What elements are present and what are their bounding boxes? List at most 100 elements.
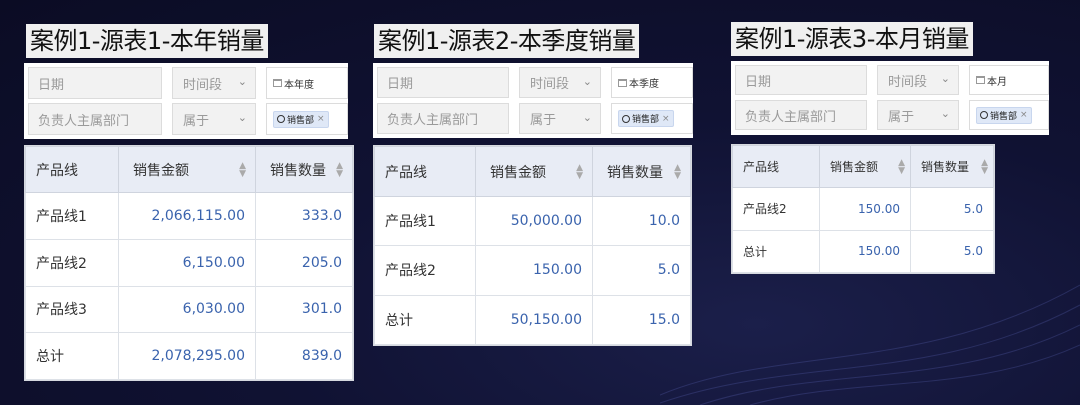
column-header-sales-quantity[interactable]: 销售数量 ▲ ▼ (910, 145, 994, 188)
cell-sales-quantity: 205.0 (255, 238, 353, 287)
cell-sales-amount: 6,150.00 (118, 238, 256, 287)
sales-table: 产品线 销售金额 ▲ ▼ 销售数量 ▲ ▼ 产品线2 150.00 5.0 总计… (731, 144, 995, 274)
dept-tag[interactable]: 销售部 × (273, 110, 329, 128)
date-value-field[interactable]: 本年度 (266, 67, 348, 99)
dept-tag-label: 销售部 (632, 115, 660, 125)
dept-operator-select[interactable]: 属于 ⌄ (877, 100, 959, 130)
cell-total-label: 总计 (732, 229, 820, 273)
chevron-down-icon: ⌄ (582, 110, 592, 124)
date-operator-select[interactable]: 时间段 ⌄ (519, 67, 601, 98)
dept-value-field[interactable]: 销售部 × (611, 103, 693, 134)
cell-sales-amount: 150.00 (819, 187, 911, 231)
table-header-row: 产品线 销售金额 ▲ ▼ 销售数量 ▲ ▼ (732, 145, 994, 188)
dept-field-label: 负责人主属部门 (28, 103, 162, 135)
chevron-down-icon: ⌄ (582, 74, 592, 88)
chevron-down-icon: ⌄ (237, 75, 247, 89)
cell-sales-amount: 50,000.00 (475, 195, 593, 247)
filter-bar: 日期 时间段 ⌄ 本月 负责人主属部门 属于 ⌄ 销售部 × (731, 61, 1049, 135)
date-operator-label: 时间段 (530, 77, 570, 92)
filter-bar: 日期 时间段 ⌄ 本年度 负责人主属部门 属于 ⌄ 销售部 × (24, 63, 348, 139)
circle-icon (277, 115, 285, 123)
cell-product-line: 产品线3 (25, 285, 119, 334)
column-header-sales-quantity[interactable]: 销售数量 ▲ ▼ (255, 146, 353, 193)
filter-bar: 日期 时间段 ⌄ 本季度 负责人主属部门 属于 ⌄ 销售部 × (373, 63, 693, 138)
close-icon[interactable]: × (317, 114, 325, 124)
cell-sales-amount: 2,066,115.00 (118, 192, 256, 240)
table-row: 产品线2 150.00 5.0 (374, 245, 691, 296)
cell-product-line: 产品线2 (732, 187, 820, 231)
dept-operator-label: 属于 (888, 109, 915, 125)
cell-sales-amount: 150.00 (819, 229, 911, 273)
column-header-product-line[interactable]: 产品线 (25, 146, 119, 193)
dept-tag-label: 销售部 (990, 111, 1018, 122)
sort-icon[interactable]: ▲ ▼ (336, 161, 343, 178)
date-operator-select[interactable]: 时间段 ⌄ (172, 67, 256, 99)
column-header-product-line[interactable]: 产品线 (732, 145, 820, 188)
date-value: 本月 (987, 76, 1007, 88)
dept-tag-label: 销售部 (287, 115, 315, 126)
column-header-label: 销售金额 (133, 162, 189, 179)
cell-sales-quantity: 301.0 (255, 285, 353, 334)
dept-operator-select[interactable]: 属于 ⌄ (519, 103, 601, 134)
panel-title: 案例1-源表3-本月销量 (731, 22, 973, 56)
cell-sales-quantity: 5.0 (910, 229, 994, 273)
cell-sales-quantity: 5.0 (910, 187, 994, 231)
sort-icon[interactable]: ▲ ▼ (576, 163, 583, 180)
date-field-label: 日期 (735, 65, 867, 95)
dept-operator-select[interactable]: 属于 ⌄ (172, 103, 256, 135)
dept-value-field[interactable]: 销售部 × (266, 103, 348, 135)
cell-sales-amount: 2,078,295.00 (118, 332, 256, 380)
cell-total-label: 总计 (25, 332, 119, 380)
table-row: 产品线1 50,000.00 10.0 (374, 195, 691, 247)
sales-table: 产品线 销售金额 ▲ ▼ 销售数量 ▲ ▼ 产品线1 50,000.00 10.0 (373, 145, 692, 346)
column-header-sales-amount[interactable]: 销售金额 ▲ ▼ (475, 146, 593, 197)
cell-sales-amount: 6,030.00 (118, 285, 256, 334)
column-header-label: 销售金额 (490, 164, 546, 181)
panel-title: 案例1-源表2-本季度销量 (374, 24, 640, 58)
table-row: 产品线2 6,150.00 205.0 (25, 238, 353, 287)
table-total-row: 总计 2,078,295.00 839.0 (25, 332, 353, 380)
cell-sales-quantity: 10.0 (592, 195, 691, 247)
chevron-down-icon: ⌄ (237, 111, 247, 125)
date-field-label: 日期 (377, 67, 509, 98)
date-value-field[interactable]: 本季度 (611, 67, 693, 98)
cell-product-line: 产品线2 (25, 238, 119, 287)
sort-icon[interactable]: ▲ ▼ (674, 163, 681, 180)
column-header-label: 销售金额 (830, 160, 879, 174)
sales-table: 产品线 销售金额 ▲ ▼ 销售数量 ▲ ▼ 产品线1 2,066,115.00 33… (24, 145, 354, 381)
calendar-icon (273, 79, 282, 87)
column-header-sales-amount[interactable]: 销售金额 ▲ ▼ (819, 145, 911, 188)
sort-icon[interactable]: ▲ ▼ (981, 158, 988, 175)
circle-icon (980, 111, 988, 119)
column-header-sales-quantity[interactable]: 销售数量 ▲ ▼ (592, 146, 691, 197)
dept-operator-label: 属于 (183, 113, 210, 129)
column-header-product-line[interactable]: 产品线 (374, 146, 476, 197)
dept-tag[interactable]: 销售部 × (976, 106, 1032, 124)
date-value: 本季度 (629, 79, 659, 90)
column-header-label: 销售数量 (607, 164, 663, 181)
date-operator-select[interactable]: 时间段 ⌄ (877, 65, 959, 95)
column-header-sales-amount[interactable]: 销售金额 ▲ ▼ (118, 146, 256, 193)
sort-icon[interactable]: ▲ ▼ (239, 161, 246, 178)
calendar-icon (976, 76, 985, 84)
dept-field-label: 负责人主属部门 (377, 103, 509, 134)
circle-icon (622, 114, 630, 123)
cell-sales-amount: 150.00 (475, 245, 593, 296)
panel-title: 案例1-源表1-本年销量 (26, 24, 268, 58)
cell-product-line: 产品线2 (374, 245, 476, 296)
chevron-down-icon: ⌄ (940, 107, 950, 121)
close-icon[interactable]: × (1020, 110, 1028, 120)
dept-value-field[interactable]: 销售部 × (969, 100, 1049, 130)
cell-sales-amount: 50,150.00 (475, 294, 593, 346)
cell-sales-quantity: 333.0 (255, 192, 353, 240)
sort-icon[interactable]: ▲ ▼ (898, 158, 905, 175)
table-header-row: 产品线 销售金额 ▲ ▼ 销售数量 ▲ ▼ (25, 146, 353, 193)
dept-tag[interactable]: 销售部 × (618, 110, 674, 127)
table-header-row: 产品线 销售金额 ▲ ▼ 销售数量 ▲ ▼ (374, 146, 691, 197)
cell-sales-quantity: 839.0 (255, 332, 353, 380)
date-value-field[interactable]: 本月 (969, 65, 1049, 95)
close-icon[interactable]: × (662, 114, 670, 124)
chevron-down-icon: ⌄ (940, 72, 950, 86)
cell-sales-quantity: 15.0 (592, 294, 691, 346)
table-row: 产品线1 2,066,115.00 333.0 (25, 192, 353, 240)
